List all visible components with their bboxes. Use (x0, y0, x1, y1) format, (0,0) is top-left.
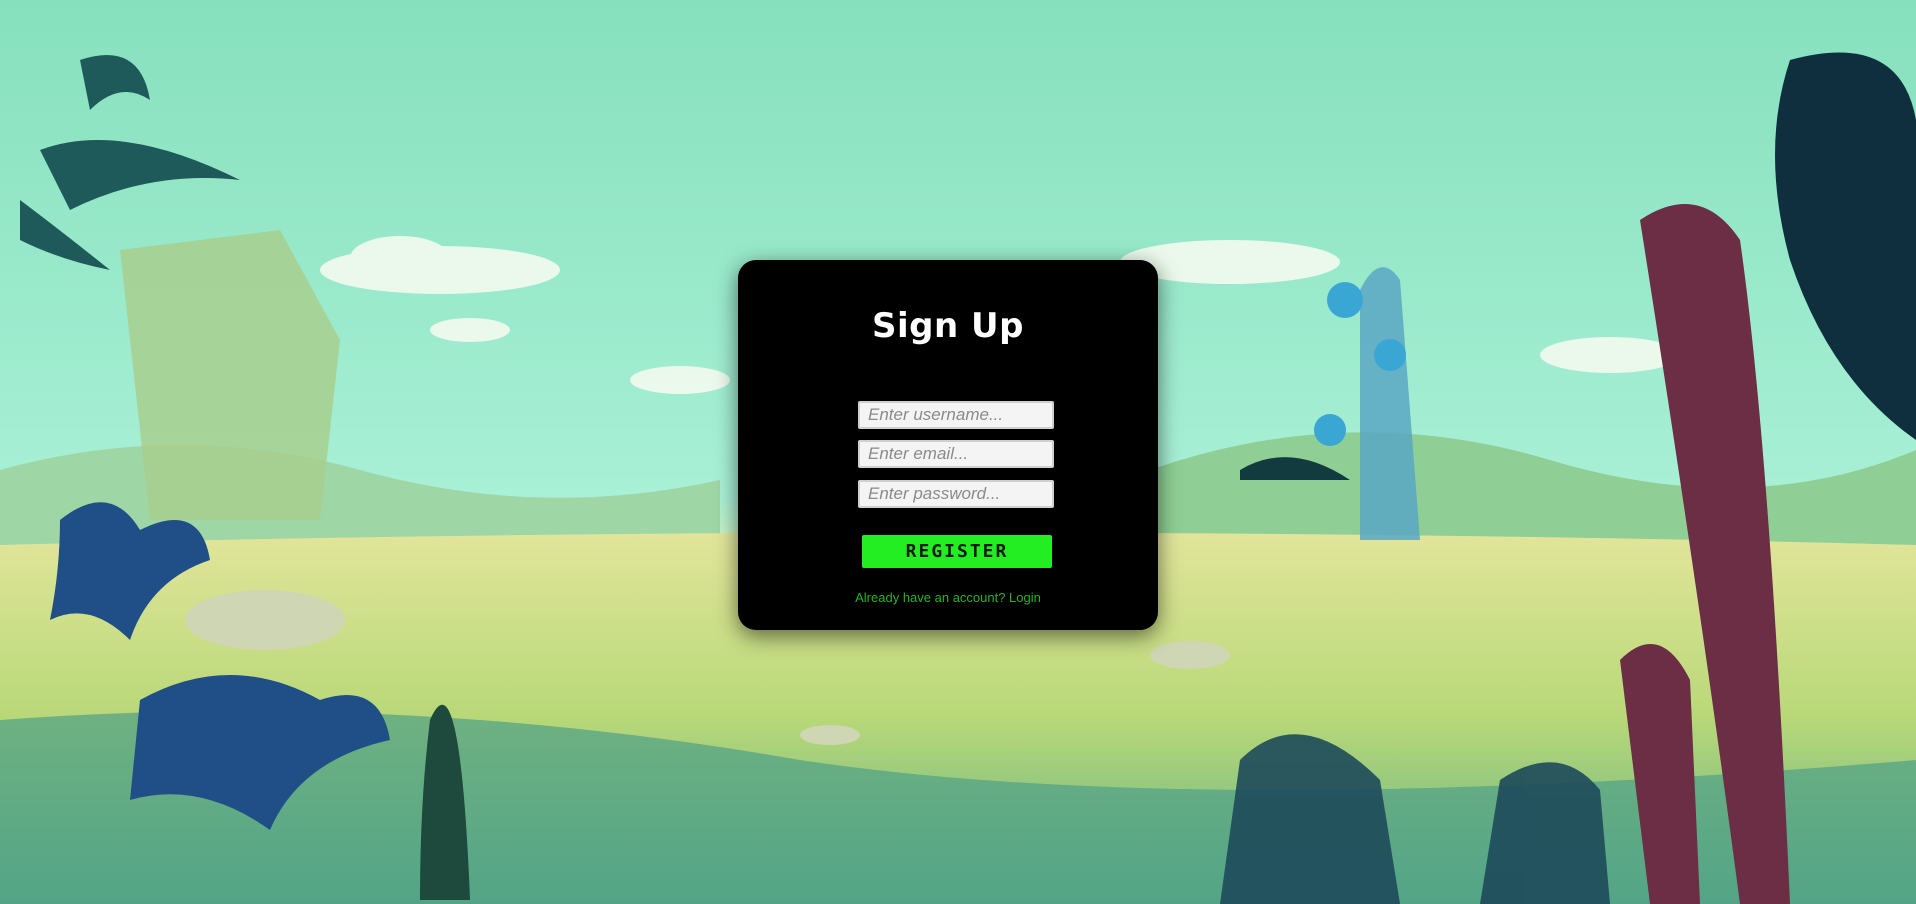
register-button[interactable]: REGISTER (862, 535, 1052, 568)
signup-card: Sign Up REGISTER Already have an account… (738, 260, 1158, 630)
login-link[interactable]: Already have an account? Login (738, 590, 1158, 605)
signup-title: Sign Up (872, 306, 1024, 346)
username-input[interactable] (858, 401, 1054, 429)
email-input[interactable] (858, 440, 1054, 468)
password-input[interactable] (858, 480, 1054, 508)
